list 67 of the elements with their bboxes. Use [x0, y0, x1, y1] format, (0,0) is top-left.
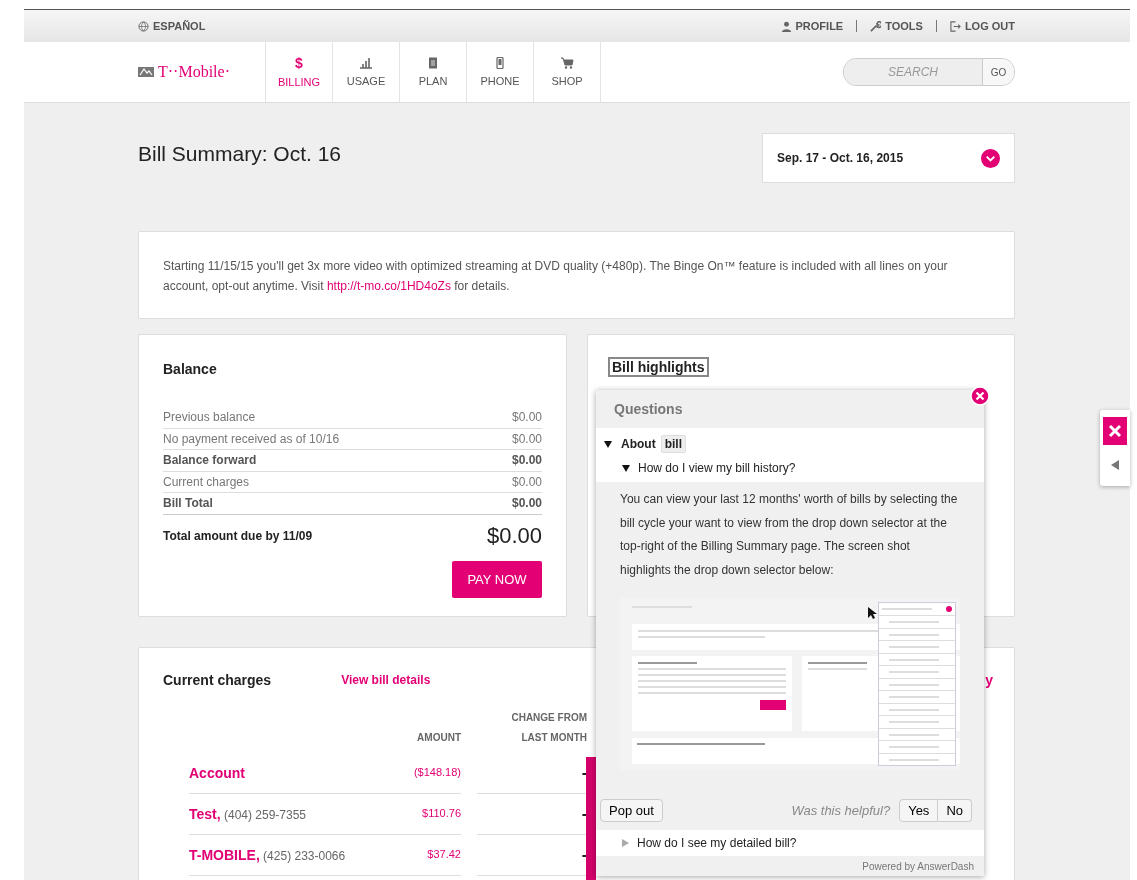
balance-value: $0.00 [511, 473, 542, 491]
answer-text: You can view your last 12 months' worth of bills by selecting the bill cycle your want to view from the drop down selector at the top-right of the Billing Summary page. The screen shot highlights the drop down selector below: [620, 491, 959, 579]
page-title: Bill Summary: Oct. 16 [138, 142, 342, 166]
triangle-icon [604, 440, 612, 448]
line-name[interactable]: T-MOBILE, (425) 233-0066 [189, 833, 389, 876]
collapse-icon[interactable] [1111, 460, 1119, 470]
search-field[interactable]: SEARCH GO [843, 58, 1015, 86]
nav-tab[interactable]: SHOP [534, 42, 601, 102]
top-link[interactable]: PROFILE [780, 20, 844, 32]
logo-icon [138, 66, 154, 78]
balance-value: $0.00 [511, 452, 542, 469]
column-header: CHANGE FROM LAST MONTH [510, 711, 587, 745]
chevron-down-icon [981, 148, 1000, 168]
language-link[interactable]: ESPAÑOL [138, 20, 206, 32]
balance-label: Balance forward [163, 452, 257, 469]
total-value: $0.00 [486, 522, 542, 549]
notice-text: Starting 11/15/15 you'll get 3x more video with optimized streaming at DVD quality (+480p). The Binge On™ feature is included with all lines on your account, opt-out anytime. Visit http://t-mo.co/1HD4oZs for details. [163, 258, 949, 295]
card-title: Current charges [163, 672, 272, 688]
yes-button[interactable]: Yes [899, 799, 939, 822]
nav-tab[interactable]: USAGE [333, 42, 400, 102]
view-details-link[interactable]: View bill details [341, 673, 431, 687]
balance-value: $0.00 [511, 495, 542, 512]
document-icon [426, 57, 440, 69]
balance-value: $0.00 [511, 409, 542, 426]
nav-tab[interactable]: PHONE [467, 42, 534, 102]
card-title: Bill highlights [608, 357, 709, 377]
no-button[interactable]: No [938, 799, 972, 822]
question-row[interactable]: How do I see my detailed bill? [596, 830, 984, 856]
top-link[interactable]: TOOLS [870, 20, 923, 32]
total-label: Total amount due by 11/09 [163, 528, 313, 543]
card-title: Balance [163, 361, 218, 377]
pay-now-button[interactable]: PAY NOW [452, 560, 542, 598]
topic-tag: bill [660, 435, 686, 453]
notice-link[interactable]: http://t-mo.co/1HD4oZs [326, 279, 451, 293]
line-name[interactable]: Account [189, 751, 389, 794]
column-header: AMOUNT [416, 731, 461, 745]
wrench-icon [870, 20, 882, 32]
date-dropdown[interactable]: Sep. 17 - Oct. 16, 2015 [762, 133, 1015, 183]
go-button[interactable]: GO [982, 59, 1014, 85]
balance-label: No payment received as of 10/16 [163, 430, 340, 448]
phone-icon [493, 57, 507, 69]
balance-value: $0.00 [511, 430, 542, 448]
balance-label: Current charges [163, 473, 250, 491]
amount-cell: $110.76 [389, 792, 461, 835]
pop-out-button[interactable]: Pop out [600, 799, 663, 822]
logout-icon [949, 20, 961, 32]
balance-label: Bill Total [163, 495, 213, 512]
amount-cell: $37.42 [389, 833, 461, 876]
helpful-prompt: Was this helpful? [791, 803, 891, 818]
line-name[interactable]: Test, (404) 259-7355 [189, 792, 389, 835]
question-row[interactable]: How do I view my bill history? [596, 454, 984, 482]
panel-title: Questions [613, 400, 684, 419]
close-icon[interactable] [1103, 417, 1127, 445]
link-fragment[interactable]: y [985, 672, 993, 688]
top-link[interactable]: LOG OUT [949, 20, 1015, 32]
dollar-icon: $ [295, 56, 303, 70]
powered-by-text: Powered by AnswerDash [861, 860, 975, 874]
logo[interactable]: T··Mobile· [138, 63, 265, 81]
nav-tab[interactable]: PLAN [400, 42, 467, 102]
cart-icon [560, 57, 574, 69]
globe-icon [138, 20, 149, 32]
topic-label: About [621, 437, 656, 451]
nav-tab[interactable]: $ BILLING [266, 42, 333, 102]
amount-cell: ($148.18) [389, 751, 461, 794]
person-icon [780, 20, 792, 32]
bar-chart-icon [359, 57, 373, 69]
balance-label: Previous balance [163, 409, 256, 426]
